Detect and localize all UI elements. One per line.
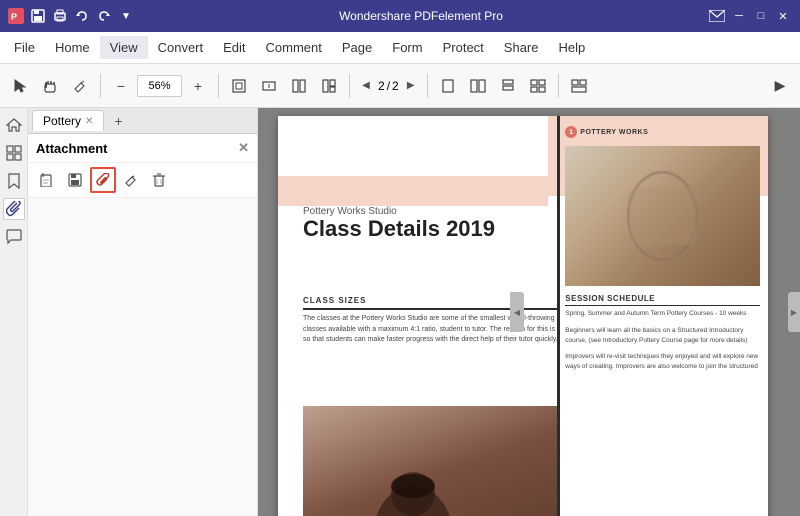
edit-tool-button[interactable] [66,72,94,100]
session-divider [565,305,760,306]
toolbar-separator-1 [100,74,101,98]
left-expand-handle[interactable]: ◀ [510,292,524,332]
toolbar-separator-2 [218,74,219,98]
tab-label: Pottery [43,114,81,128]
print-titlebar-icon[interactable] [52,8,68,24]
toolbar-separator-5 [558,74,559,98]
zoom-out-button[interactable]: − [107,72,135,100]
zoom-control [137,75,182,97]
home-side-icon[interactable] [3,114,25,136]
pottery-studio-label: Pottery Works Studio Class Details 2019 [303,206,495,241]
toolbar-separator-4 [427,74,428,98]
grid-view-button[interactable] [524,72,552,100]
save-attachment-button[interactable] [62,167,88,193]
properties-button[interactable] [565,72,593,100]
session-schedule-section: SESSION SCHEDULE Spring, Summer and Autu… [565,294,760,372]
edit-attachment-button[interactable] [118,167,144,193]
menu-home[interactable]: Home [45,36,100,59]
vertical-divider [557,116,560,516]
menu-share[interactable]: Share [494,36,549,59]
session-line2: Beginners will learn all the basics on a… [565,326,760,346]
single-page-button[interactable] [434,72,462,100]
prev-page-button[interactable]: ◀ [356,76,376,96]
title-bar: P ▼ Wondershare PDFelement Pro ─ □ ✕ [0,0,800,32]
menu-bar: File Home View Convert Edit Comment Page… [0,32,800,64]
page-navigation: ◀ 2 / 2 ▶ [356,76,421,96]
badge-dot: 1 [565,126,577,138]
pottery-cup-photo [565,146,760,286]
app-icon: P [8,8,24,24]
actual-size-button[interactable] [285,72,313,100]
tab-close-icon[interactable]: ✕ [85,116,93,127]
document-area: Pottery Works Studio Class Details 2019 … [258,108,800,516]
page-separator: / [387,79,390,93]
window-controls: ─ □ ✕ [708,7,792,25]
maximize-button[interactable]: □ [752,7,770,25]
attachment-header: Attachment ✕ [28,134,257,163]
dropdown-titlebar-icon[interactable]: ▼ [118,8,134,24]
rotate-button[interactable] [315,72,343,100]
attachment-panel: Pottery ✕ + Attachment ✕ [28,108,258,516]
menu-protect[interactable]: Protect [433,36,494,59]
right-expand-handle[interactable]: ▶ [788,292,800,332]
scroll-page-button[interactable] [494,72,522,100]
page-current: 2 [378,79,385,93]
app-title: Wondershare PDFelement Pro [134,9,708,23]
redo-titlebar-icon[interactable] [96,8,112,24]
pottery-badge: 1 POTTERY WORKS [565,126,760,138]
menu-view[interactable]: View [100,36,148,59]
toolbar: − + ◀ 2 / 2 ▶ ▶ [0,64,800,108]
comment-side-icon[interactable] [3,226,25,248]
svg-text:P: P [11,12,17,22]
menu-form[interactable]: Form [382,36,432,59]
menu-comment[interactable]: Comment [256,36,332,59]
bookmark-side-icon[interactable] [3,170,25,192]
titlebar-left-icons: P ▼ [8,8,134,24]
main-area: Pottery ✕ + Attachment ✕ [0,108,800,516]
session-line3: Improvers will re-visit techniques they … [565,352,760,372]
undo-titlebar-icon[interactable] [74,8,90,24]
expand-panel-button[interactable]: ▶ [766,72,794,100]
fit-page-button[interactable] [225,72,253,100]
next-page-button[interactable]: ▶ [401,76,421,96]
pottery-tab[interactable]: Pottery ✕ [32,110,104,131]
tab-bar: Pottery ✕ + [28,108,257,134]
person-photo [303,406,558,516]
save-titlebar-icon[interactable] [30,8,46,24]
attachment-toolbar [28,163,257,198]
menu-file[interactable]: File [4,36,45,59]
fit-width-button[interactable] [255,72,283,100]
document-scroll[interactable]: Pottery Works Studio Class Details 2019 … [258,108,800,516]
close-panel-icon[interactable]: ✕ [238,140,249,156]
add-attachment-button[interactable] [34,167,60,193]
select-tool-button[interactable] [6,72,34,100]
attachment-title: Attachment [36,141,108,156]
hand-tool-button[interactable] [36,72,64,100]
page-total: 2 [392,79,399,93]
zoom-input[interactable] [137,75,182,97]
pink-left-rect [278,176,548,206]
thumbnail-side-icon[interactable] [3,142,25,164]
new-tab-button[interactable]: + [108,111,128,131]
zoom-in-button[interactable]: + [184,72,212,100]
close-button[interactable]: ✕ [774,7,792,25]
minimize-button[interactable]: ─ [730,7,748,25]
delete-attachment-button[interactable] [146,167,172,193]
right-column: 1 POTTERY WORKS SESSION SCHEDULE [565,126,760,372]
menu-edit[interactable]: Edit [213,36,255,59]
email-icon[interactable] [708,7,726,25]
attachment-content [28,198,257,516]
menu-page[interactable]: Page [332,36,382,59]
attachment-side-icon[interactable] [3,198,25,220]
toolbar-separator-3 [349,74,350,98]
attachment-icon-button[interactable] [90,167,116,193]
two-page-button[interactable] [464,72,492,100]
side-icons-panel [0,108,28,516]
session-line1: Spring, Summer and Autumn Term Pottery C… [565,309,760,319]
menu-convert[interactable]: Convert [148,36,214,59]
menu-help[interactable]: Help [549,36,596,59]
